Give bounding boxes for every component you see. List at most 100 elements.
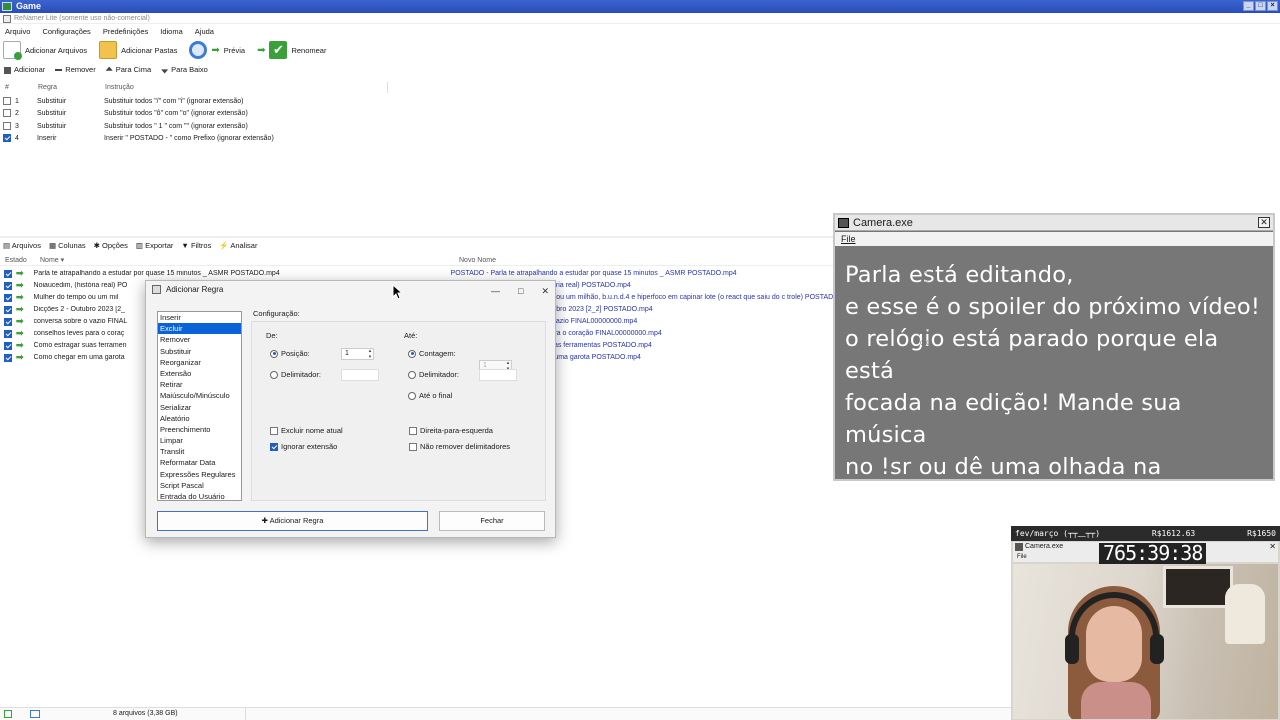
rule-type-item[interactable]: Aleatório [158, 413, 241, 424]
ignore-extension-option[interactable]: Ignorar extensão [270, 442, 337, 451]
rule-type-item[interactable]: Script Pascal [158, 480, 241, 491]
preview-button[interactable]: ➡ Prévia [189, 41, 245, 59]
count-option[interactable]: Contagem: [408, 349, 456, 358]
file-status-label: Erro [920, 257, 932, 263]
menu-ajuda[interactable]: Ajuda [195, 27, 214, 36]
position-radio[interactable] [270, 349, 278, 358]
close-button[interactable]: × [1267, 1, 1278, 11]
until-end-radio[interactable] [408, 391, 416, 400]
file-checkbox[interactable] [4, 269, 12, 278]
file-checkbox[interactable] [4, 281, 12, 290]
rule-type-item-selected[interactable]: Excluir [158, 323, 241, 335]
maximize-button[interactable]: □ [1255, 1, 1266, 11]
rule-checkbox[interactable] [3, 134, 11, 142]
menu-predefinicoes[interactable]: Predefinições [103, 27, 148, 36]
add-folders-button[interactable]: Adicionar Pastas [99, 41, 177, 59]
files-menu-colunas[interactable]: ▦ Colunas [49, 241, 86, 250]
rename-button[interactable]: ➡ ✔ Renomear [257, 41, 326, 59]
rule-instruction: Substituir todos "ô" com "o" (ignorar ex… [104, 109, 248, 117]
from-delimiter-radio[interactable] [270, 370, 278, 379]
rule-type-item[interactable]: Serializar [158, 402, 241, 413]
keep-delimiters-option[interactable]: Não remover delimitadores [409, 442, 510, 451]
background-window [1163, 566, 1233, 608]
files-toolbar: ▤ Arquivos ▦ Colunas ✱ Opções ▥ Exportar… [3, 240, 257, 250]
rule-type-item[interactable]: Entrada do Usuário [158, 491, 241, 502]
files-menu-exportar[interactable]: ▥ Exportar [136, 241, 174, 250]
position-option[interactable]: Posição: [270, 349, 310, 358]
rule-type-item[interactable]: Remover [158, 334, 241, 345]
rule-type-list[interactable]: Inserir Excluir Remover Substituir Reorg… [157, 311, 242, 501]
rule-type-item[interactable]: Expressões Regulares [158, 469, 241, 480]
remove-rule-tool[interactable]: Remover [55, 65, 96, 74]
move-up-tool[interactable]: Para Cima [105, 65, 151, 74]
files-menu-analisar[interactable]: ⚡ Analisar [219, 241, 257, 250]
close-dialog-button[interactable]: Fechar [439, 511, 545, 531]
files-menu-label: Colunas [58, 240, 86, 250]
rule-type-item[interactable]: Preenchimento [158, 424, 241, 435]
count-radio[interactable] [408, 349, 416, 358]
add-files-button[interactable]: Adicionar Arquivos [3, 41, 87, 60]
camera-menu-file[interactable]: File [835, 232, 1273, 246]
rule-row[interactable]: 2 Substituir Substituir todos "ô" com "o… [3, 107, 248, 119]
add-file-status-icon[interactable] [4, 710, 12, 718]
webcam-title: Camera.exe [1025, 543, 1064, 550]
file-checkbox[interactable] [4, 305, 12, 314]
arrow-right-icon: ➡ [16, 280, 24, 291]
dialog-close-button[interactable]: ✕ [541, 283, 549, 300]
move-down-tool[interactable]: Para Baixo [161, 65, 208, 74]
position-stepper[interactable]: 1 [341, 348, 374, 360]
rule-type-item[interactable]: Maiúsculo/Minúsculo [158, 390, 241, 401]
to-delimiter-field[interactable] [479, 369, 517, 381]
rule-type-item[interactable]: Reorganizar [158, 357, 241, 368]
preview-status-icon[interactable] [30, 710, 40, 718]
rule-type-item[interactable]: Reformatar Data [158, 457, 241, 468]
rule-type-item[interactable]: Limpar [158, 435, 241, 446]
rule-type-item[interactable]: Substituir [158, 346, 241, 357]
exclude-current-option[interactable]: Excluir nome atual [270, 426, 343, 435]
menu-idioma[interactable]: Idioma [160, 27, 183, 36]
dialog-maximize-button[interactable]: □ [518, 283, 523, 300]
file-checkbox[interactable] [4, 353, 12, 362]
minimize-button[interactable]: _ [1243, 1, 1254, 11]
window-title: Game [16, 1, 42, 11]
right-to-left-option[interactable]: Direita-para-esquerda [409, 426, 493, 435]
files-menu-opcoes[interactable]: ✱ Opções [94, 241, 128, 250]
file-checkbox[interactable] [4, 329, 12, 338]
camera-close-button[interactable]: ✕ [1258, 217, 1270, 228]
right-to-left-checkbox[interactable] [409, 426, 417, 435]
file-row[interactable]: ➡ Parla te atrapalhando a estudar por qua… [4, 268, 737, 280]
pane-splitter[interactable] [0, 236, 835, 238]
rule-checkbox[interactable] [3, 109, 11, 117]
file-checkbox[interactable] [4, 341, 12, 350]
to-delimiter-radio[interactable] [408, 370, 416, 379]
files-col-name[interactable]: Nome ▾ [40, 256, 459, 264]
rule-type-item[interactable]: Inserir [158, 312, 241, 323]
menu-arquivo[interactable]: Arquivo [5, 27, 30, 36]
exclude-current-checkbox[interactable] [270, 426, 278, 435]
add-rule-tool[interactable]: Adicionar [4, 65, 45, 74]
rule-type-item[interactable]: Extensão [158, 368, 241, 379]
rule-checkbox[interactable] [3, 122, 11, 130]
webcam-close-button[interactable]: ✕ [1269, 542, 1276, 552]
file-status-label: OK [920, 305, 929, 311]
to-delimiter-option[interactable]: Delimitador: [408, 370, 459, 379]
rule-row[interactable]: 4 Inserir Inserir " POSTADO - " como Pre… [3, 132, 274, 144]
files-menu-arquivos[interactable]: ▤ Arquivos [3, 241, 41, 250]
rule-type-item[interactable]: Retirar [158, 379, 241, 390]
rule-checkbox[interactable] [3, 97, 11, 105]
files-menu-filtros[interactable]: ▼ Filtros [181, 241, 211, 250]
until-end-option[interactable]: Até o final [408, 391, 452, 400]
overlay-line: programação! :)) [845, 486, 1040, 512]
menu-configuracoes[interactable]: Configurações [42, 27, 90, 36]
keep-delimiters-checkbox[interactable] [409, 442, 417, 451]
rule-row[interactable]: 3 Substituir Substituir todos " 1 " com … [3, 120, 248, 132]
add-rule-button[interactable]: ✚ Adicionar Regra [157, 511, 428, 531]
file-checkbox[interactable] [4, 317, 12, 326]
from-delimiter-option[interactable]: Delimitador: [270, 370, 321, 379]
rule-row[interactable]: 1 Substituir Substituir todos "/" com "i… [3, 95, 244, 107]
rule-type-item[interactable]: Translit [158, 446, 241, 457]
file-checkbox[interactable] [4, 293, 12, 302]
ignore-extension-checkbox[interactable] [270, 442, 278, 451]
from-delimiter-field[interactable] [341, 369, 379, 381]
dialog-minimize-button[interactable]: — [491, 283, 500, 300]
